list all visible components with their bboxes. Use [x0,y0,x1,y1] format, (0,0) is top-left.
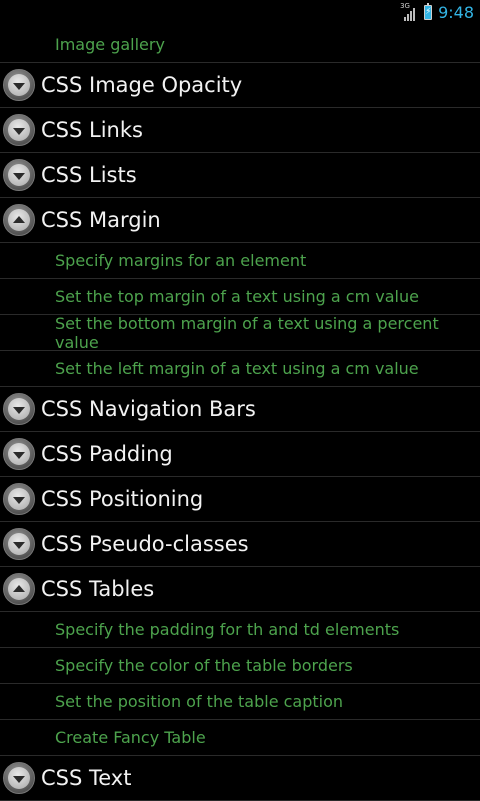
list-child-item[interactable]: Set the bottom margin of a text using a … [0,313,480,352]
status-icons: 3G ⚡ 9:48 [400,0,474,25]
group-label: CSS Pseudo-classes [41,532,249,556]
group-label: CSS Navigation Bars [41,397,256,421]
group-label: CSS Lists [41,163,137,187]
list-group-header[interactable]: CSS Padding [0,432,480,477]
list-group-header[interactable]: CSS Tables [0,567,480,612]
battery-icon: ⚡ [424,3,433,20]
child-label: Create Fancy Table [55,728,206,747]
list-group-header[interactable]: CSS Margin [0,198,480,243]
list-child-item[interactable]: Specify the color of the table borders [0,648,480,684]
child-label: Specify the padding for th and td elemen… [55,620,400,639]
list-group-header[interactable]: CSS Links [0,108,480,153]
signal-icon: 3G [400,2,418,22]
expand-icon[interactable] [3,483,35,515]
expand-icon[interactable] [3,528,35,560]
expand-icon[interactable] [3,69,35,101]
list-child-item[interactable]: Image gallery [0,27,480,63]
child-label: Set the position of the table caption [55,692,344,711]
group-label: CSS Padding [41,442,173,466]
expandable-list: Image gallery CSS Image Opacity CSS Links C… [0,27,480,801]
list-group-header[interactable]: CSS Positioning [0,477,480,522]
list-group-header[interactable]: CSS Navigation Bars [0,387,480,432]
group-label: CSS Positioning [41,487,204,511]
expand-icon[interactable] [3,114,35,146]
list-group-header[interactable]: CSS Pseudo-classes [0,522,480,567]
collapse-icon[interactable] [3,573,35,605]
child-label: Set the bottom margin of a text using a … [55,313,439,352]
group-label: CSS Tables [41,577,155,601]
group-label: CSS Margin [41,208,161,232]
list-child-item[interactable]: Set the position of the table caption [0,684,480,720]
expand-icon[interactable] [3,438,35,470]
group-label: CSS Links [41,118,143,142]
child-label: Image gallery [55,35,165,54]
collapse-icon[interactable] [3,204,35,236]
list-child-item[interactable]: Create Fancy Table [0,720,480,756]
child-label: Set the top margin of a text using a cm … [55,287,419,306]
list-child-item[interactable]: Specify the padding for th and td elemen… [0,612,480,648]
list-group-header[interactable]: CSS Text [0,756,480,801]
group-label: CSS Image Opacity [41,73,243,97]
clock: 9:48 [438,3,474,22]
status-bar: 3G ⚡ 9:48 [0,0,480,25]
list-child-item[interactable]: Set the left margin of a text using a cm… [0,351,480,387]
list-child-item[interactable]: Specify margins for an element [0,243,480,279]
list-group-header[interactable]: CSS Image Opacity [0,63,480,108]
expand-icon[interactable] [3,159,35,191]
child-label: Specify margins for an element [55,251,307,270]
child-label: Set the left margin of a text using a cm… [55,359,419,378]
group-label: CSS Text [41,766,132,790]
list-group-header[interactable]: CSS Lists [0,153,480,198]
child-label: Specify the color of the table borders [55,656,353,675]
list-child-item[interactable]: Set the top margin of a text using a cm … [0,279,480,315]
expand-icon[interactable] [3,393,35,425]
expand-icon[interactable] [3,762,35,794]
